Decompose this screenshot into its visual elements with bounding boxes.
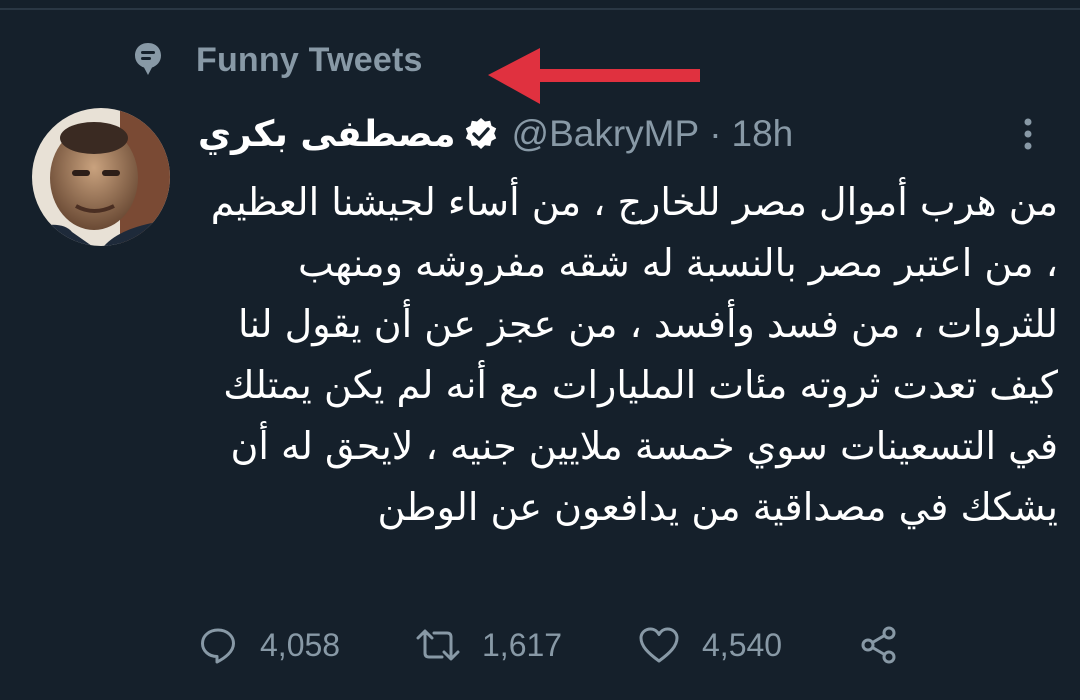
- retweet-icon: [416, 629, 460, 661]
- verified-badge-icon: [462, 115, 500, 153]
- retweet-count: 1,617: [482, 626, 563, 663]
- reply-icon: [201, 628, 235, 664]
- topic-context[interactable]: Funny Tweets: [130, 36, 423, 84]
- tweet-header: مصطفى بكري @BakryMP · 18h: [198, 108, 1048, 160]
- reply-count: 4,058: [260, 626, 341, 663]
- heart-icon: [639, 627, 679, 663]
- author-handle[interactable]: @BakryMP: [512, 113, 700, 155]
- avatar[interactable]: [32, 108, 170, 246]
- tweet-timestamp[interactable]: 18h: [732, 113, 794, 155]
- header-separator: ·: [709, 113, 722, 154]
- divider: [0, 8, 1080, 10]
- tweet-text: من هرب أموال مصر للخارج ، من أساء لجيشنا…: [210, 180, 1058, 529]
- tweet-page: Funny Tweets مصطفى بكري @BakryMP · 18h م…: [0, 0, 1080, 700]
- tweet-actions: 4,058 1,617 4,540: [198, 618, 918, 672]
- share-icon: [861, 626, 896, 664]
- more-options-icon[interactable]: [1008, 114, 1048, 154]
- reply-button[interactable]: 4,058: [198, 618, 340, 672]
- author-display-name[interactable]: مصطفى بكري: [198, 114, 456, 155]
- like-count: 4,540: [702, 626, 783, 663]
- share-button[interactable]: [858, 618, 900, 672]
- retweet-button[interactable]: 1,617: [416, 618, 562, 672]
- red-arrow-annotation: [488, 48, 700, 104]
- like-button[interactable]: 4,540: [638, 618, 782, 672]
- topic-icon: [130, 40, 166, 80]
- topic-label: Funny Tweets: [196, 40, 423, 79]
